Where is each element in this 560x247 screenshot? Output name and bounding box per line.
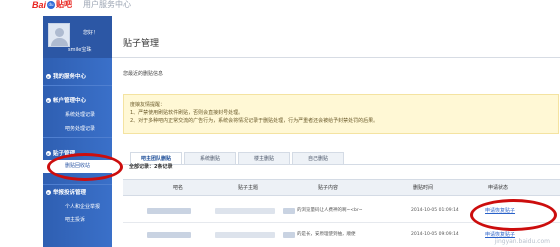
- username: smile宝珠: [68, 47, 92, 53]
- logo-text-tieba: 贴吧: [56, 0, 73, 9]
- section-subheading: 您最近的删贴信息: [123, 71, 164, 77]
- notice-heading: 度娘友情提醒：: [130, 102, 166, 108]
- page-title: 贴子管理: [123, 39, 160, 49]
- delete-time: 2014-10-05 09:09:14: [411, 232, 459, 237]
- divider: [43, 184, 112, 185]
- blurred-topic: [215, 208, 275, 214]
- greeting-text: 您好！: [83, 30, 99, 36]
- sidebar-section-account[interactable]: ▸ 帐户管理中心: [46, 96, 86, 104]
- notice-line-2: 2、对于多种吧内正常交流的广告行为，系统会将情况记录于删贴处理，行为严重者还会被…: [130, 118, 379, 124]
- avatar-body-shape: [51, 38, 68, 46]
- sidebar-section-label: 我的服务中心: [53, 74, 87, 80]
- avatar[interactable]: [48, 23, 70, 47]
- avatar-head-shape: [55, 28, 64, 37]
- blurred-topic: [215, 232, 275, 238]
- divider: [43, 85, 112, 86]
- column-header-topic: 贴子主题: [237, 185, 258, 191]
- sidebar-section-label: 帐户管理中心: [53, 98, 87, 104]
- bullet-icon: ▸: [46, 97, 51, 103]
- user-panel: 您好！ smile宝珠: [43, 16, 112, 58]
- sidebar-section-reports[interactable]: ▸ 举报投诉管理: [46, 188, 86, 196]
- logo-text-bai: Bai: [32, 0, 47, 10]
- sidebar-item-personal-reports[interactable]: 个人和企业举报: [65, 203, 100, 210]
- sidebar-item-system-records[interactable]: 系统处理记录: [65, 111, 95, 118]
- blurred-content-start: [283, 232, 295, 238]
- notice-box: 度娘友情提醒： 1、严禁使用刷贴软件刷贴，否则会直接封号处理。 2、对于多种吧内…: [123, 94, 559, 134]
- column-header-content: 贴子内容: [317, 185, 338, 191]
- tabs-divider: [123, 164, 560, 165]
- table-header: 吧名 贴子主题 贴子内容 删贴时间 申请状态: [123, 179, 560, 196]
- blurred-forum-name: [147, 232, 191, 238]
- column-header-status: 申请状态: [487, 185, 508, 191]
- column-header-forum: 吧名: [172, 185, 183, 191]
- post-content: 的是长，安原理使到抽，顺便: [297, 232, 356, 237]
- title-divider: [112, 57, 560, 58]
- baidu-tieba-logo[interactable]: Bai du 贴吧: [32, 0, 73, 10]
- highlight-ellipse-restore: [470, 199, 557, 231]
- highlight-ellipse-sidebar: [47, 153, 123, 181]
- paw-icon: du: [47, 0, 56, 9]
- notice-line-1: 1、严禁使用刷贴软件刷贴，否则会直接封号处理。: [130, 110, 244, 116]
- sidebar-section-label: 举报投诉管理: [53, 190, 87, 196]
- sidebar-item-admin-records[interactable]: 吧务处理记录: [65, 125, 95, 132]
- blurred-forum-name: [147, 208, 191, 214]
- bullet-icon: ▸: [46, 73, 51, 79]
- post-content: 的浏览量码让人费神的啊~<br~: [297, 208, 363, 213]
- record-count: 全部记录：2条记录: [129, 164, 173, 170]
- blurred-content-start: [283, 208, 295, 214]
- sidebar: 您好！ smile宝珠 ▸ 我的服务中心 ▸ 帐户管理中心 系统处理记录 吧务处…: [43, 16, 112, 247]
- bullet-icon: ▸: [46, 150, 51, 156]
- bullet-icon: ▸: [46, 189, 51, 195]
- divider: [43, 137, 112, 138]
- header-title: 用户服务中心: [83, 0, 131, 9]
- top-header: Bai du 贴吧 用户服务中心: [0, 0, 560, 16]
- column-header-time: 删贴时间: [412, 185, 433, 191]
- sidebar-section-my-service[interactable]: ▸ 我的服务中心: [46, 72, 86, 80]
- sidebar-item-owner-complaints[interactable]: 吧主投诉: [65, 216, 85, 223]
- watermark: jingyan.baidu.com: [494, 238, 550, 245]
